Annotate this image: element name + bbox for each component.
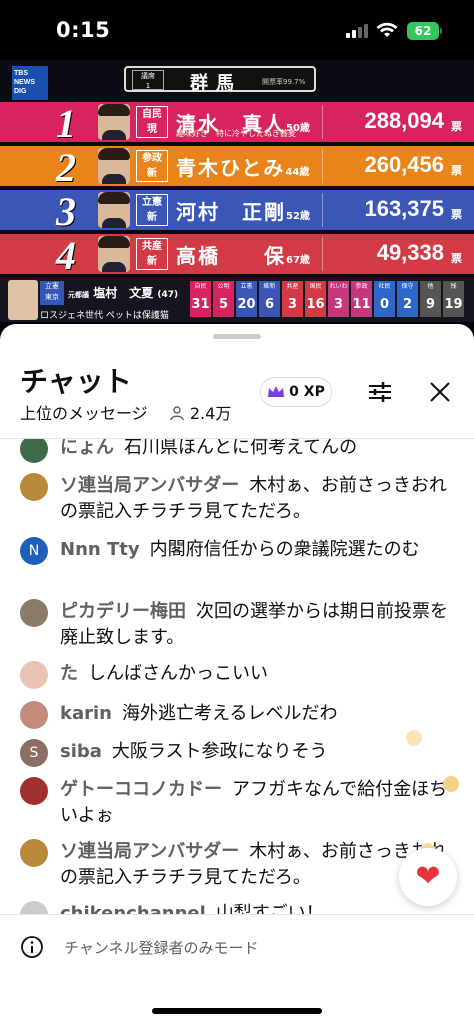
chat-message: たしんばさんかっこいい (20, 661, 460, 689)
candidate-row: 2 参政新 青木ひとみ44歳 260,456 票 (0, 145, 474, 190)
viewer-count: 2.4万 (189, 404, 232, 423)
avatar (20, 661, 48, 689)
seat-counts: 自民 31 公明 5 立憲 20 維新 6 共産 3 国民 16 れいわ 3 参政 11 社民 0 保守 2 他 9 残 19 (190, 281, 464, 317)
info-icon[interactable] (20, 935, 44, 959)
seat-count: 国民 16 (305, 281, 326, 317)
avatar (20, 701, 48, 729)
avatar: S (20, 739, 48, 767)
chat-message: N Nnn Tty 内閣府信任からの衆議院選たのむ (20, 537, 460, 565)
ticker-party: 立憲 東京 (40, 281, 64, 305)
chat-filter[interactable]: 上位のメッセージ 2.4万 (20, 400, 231, 424)
seat-count: 社民 0 (374, 281, 395, 317)
seat-count: 共産 3 (282, 281, 303, 317)
vote-count: 260,456 (364, 152, 444, 177)
candidate-row: 1 自民現 清水 真人50歳 趣味好き 特に冷やしたぬき蕎麦 288,094 票 (0, 101, 474, 146)
count-rate: 開票率99.7% (262, 78, 306, 86)
chat-message: ソ連当局アンバサダー 木村ぁ、お前さっきおれの票記入チラチラ見てただろ。 (20, 473, 460, 525)
settings-sliders-icon[interactable] (366, 378, 394, 406)
candidate-photo (98, 148, 130, 184)
chat-message: にょん 石川県ほんとに何考えてんの (20, 439, 460, 463)
avatar (20, 599, 48, 627)
seat-count: 自民 31 (190, 281, 211, 317)
party-badge: 自民現 (136, 106, 168, 138)
chat-title: チャット (20, 365, 132, 398)
ticker-photo (8, 280, 38, 320)
broadcast-ticker: 立憲 東京 元都議 塩村 文夏 (47) ロスジェネ世代 ペットは保護猫 自民 31… (0, 278, 474, 322)
chat-messages[interactable]: にょん 石川県ほんとに何考えてんの ソ連当局アンバサダー 木村ぁ、お前さっきおれの票… (0, 439, 474, 914)
party-badge: 立憲新 (136, 194, 168, 226)
seat-count: 残 19 (443, 281, 464, 317)
person-icon (170, 406, 184, 421)
signal-icon (346, 24, 368, 38)
chat-message: ピカデリー梅田 次回の選挙からは期日前投票を廃止致します。 (20, 599, 460, 651)
tbs-logo: TBS NEWS DIG (12, 66, 48, 100)
seat-count: 公明 5 (213, 281, 234, 317)
avatar: N (20, 537, 48, 565)
seat-count: 他9 (420, 281, 441, 317)
chat-message: ソ連当局アンバサダー 木村ぁ、お前さっきおれの票記入チラチラ見てただろ。 (20, 839, 460, 891)
floating-emoji-icon (406, 730, 422, 746)
status-time: 0:15 (56, 18, 111, 42)
prefecture-header: 議席 1 群馬 開票率99.7% (124, 66, 316, 94)
vote-count: 288,094 (364, 108, 444, 133)
chat-message: S siba 大阪ラスト参政になりそう (20, 739, 460, 767)
seat-count: 立憲 20 (236, 281, 257, 317)
wifi-icon (376, 22, 398, 37)
prefecture-name: 群馬 (190, 73, 242, 94)
video-player[interactable]: TBS NEWS DIG 議席1 群馬 開票率99.7% 当 1 自民現 清水 … (0, 60, 474, 322)
vote-count: 163,375 (364, 196, 444, 221)
candidate-photo (98, 104, 130, 140)
candidate-row: 3 立憲新 河村 正剛52歳 163,375 票 (0, 189, 474, 234)
avatar (20, 839, 48, 867)
candidate-row: 4 共産新 高橋 保67歳 49,338 票 (0, 233, 474, 278)
party-badge: 参政新 (136, 150, 168, 182)
members-only-mode-text: チャンネル登録者のみモード (64, 939, 259, 957)
xp-button[interactable]: 0 XP (260, 377, 332, 407)
battery-icon: 62 (407, 22, 439, 40)
chat-message: ゲトーココノカドー アフガキなんで給付金ほちいよぉ (20, 777, 460, 829)
candidate-photo (98, 236, 130, 272)
home-indicator[interactable] (152, 1008, 322, 1014)
heart-reaction-icon[interactable]: ❤ (399, 848, 457, 906)
vote-count: 49,338 (376, 240, 444, 265)
chat-message: chikenchannel 山梨すごい！ (20, 901, 460, 914)
crown-icon (268, 386, 285, 397)
party-badge: 共産新 (136, 238, 168, 270)
drag-handle[interactable] (213, 334, 261, 339)
close-icon[interactable] (426, 378, 454, 406)
candidate-photo (98, 192, 130, 228)
avatar (20, 473, 48, 501)
seat-count: 参政 11 (351, 281, 372, 317)
chat-message: karin 海外逃亡考えるレベルだわ (20, 701, 460, 729)
status-bar: 0:15 62 (0, 0, 474, 60)
seat-count: れいわ 3 (328, 281, 349, 317)
avatar (20, 777, 48, 805)
seat-count: 保守 2 (397, 281, 418, 317)
seat-count: 維新 6 (259, 281, 280, 317)
floating-emoji-icon (443, 776, 459, 792)
